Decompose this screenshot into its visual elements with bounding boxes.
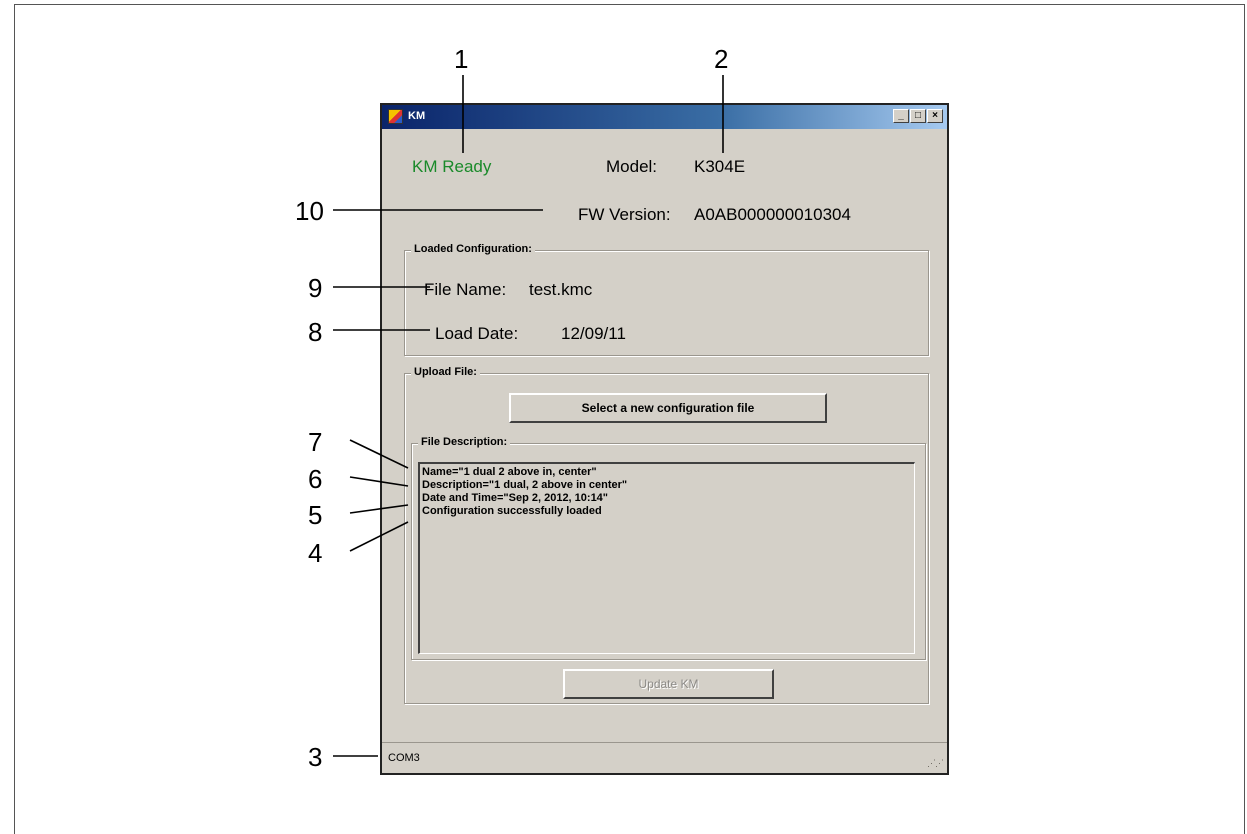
leader-7: [349, 439, 409, 469]
leader-5: [349, 504, 409, 514]
callout-8: 8: [308, 317, 323, 347]
callout-6: 6: [308, 464, 323, 494]
callout-leaders: [333, 75, 724, 757]
callout-3: 3: [308, 742, 323, 772]
callout-2: 2: [714, 44, 729, 74]
callout-7: 7: [308, 427, 323, 457]
callout-1: 1: [454, 44, 469, 74]
callout-5: 5: [308, 500, 323, 530]
leader-4: [349, 521, 409, 552]
callout-4: 4: [308, 538, 323, 568]
callout-10: 10: [295, 196, 324, 226]
callout-9: 9: [308, 273, 323, 303]
leader-6: [349, 476, 409, 487]
